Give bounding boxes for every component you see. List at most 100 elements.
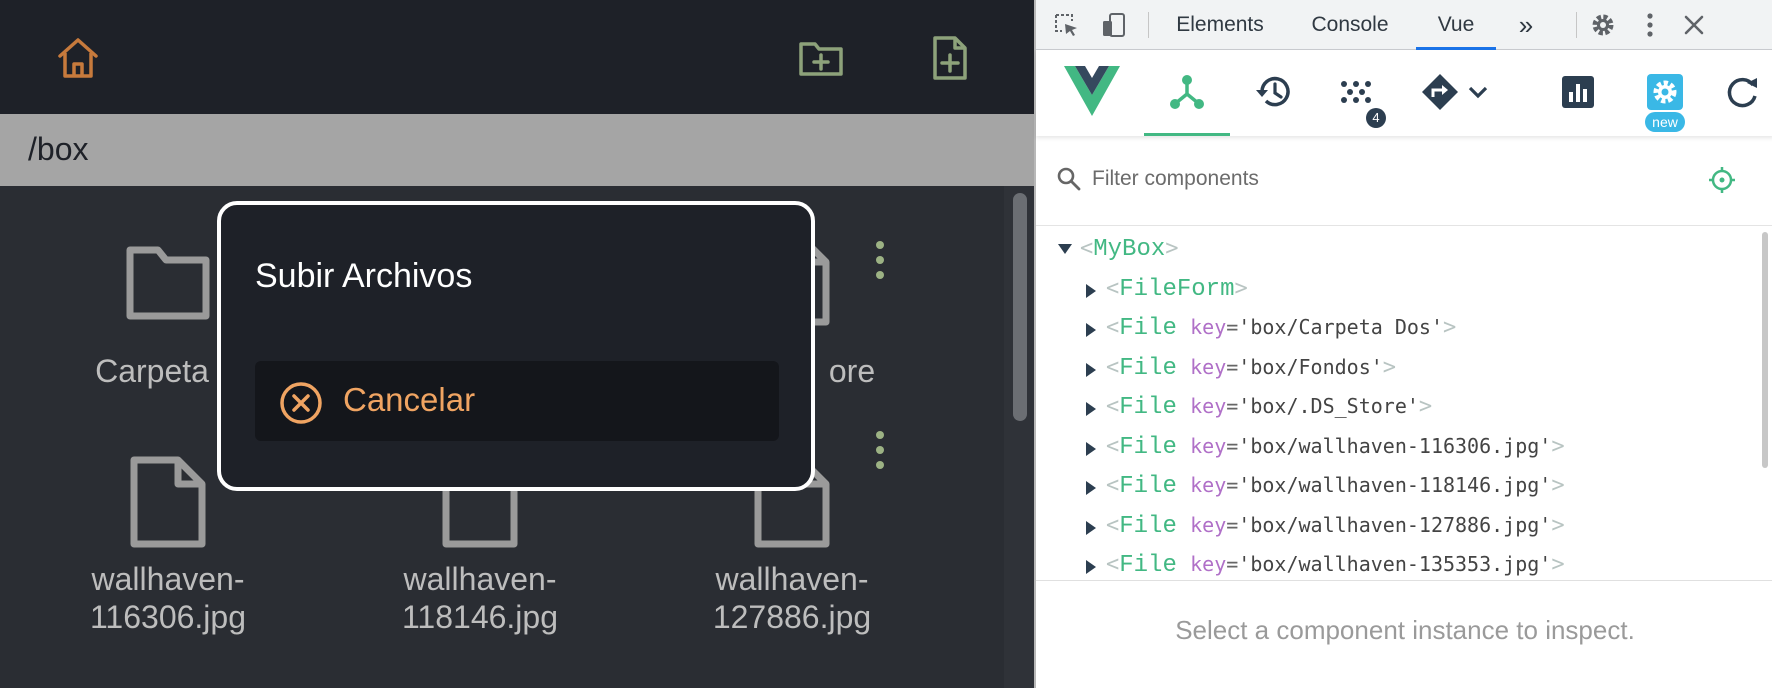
tag-bracket: <: [1106, 512, 1120, 538]
components-tree-icon[interactable]: [1167, 72, 1207, 112]
router-icon[interactable]: [1420, 72, 1460, 112]
file-icon: [130, 456, 206, 548]
tree-row[interactable]: <File key='box/wallhaven-118146.jpg'>: [1036, 469, 1756, 505]
expand-arrow-icon[interactable]: [1086, 441, 1096, 456]
component-name: File: [1119, 394, 1177, 421]
home-icon[interactable]: [54, 34, 102, 82]
tree-scrollbar-thumb[interactable]: [1762, 232, 1768, 468]
tag-bracket: <: [1106, 433, 1120, 459]
tag-bracket: >: [1442, 315, 1457, 340]
tag-bracket: >: [1234, 275, 1248, 301]
chevron-down-icon[interactable]: [1464, 72, 1492, 112]
toolbar-separator: [1148, 12, 1149, 38]
component-name: File: [1119, 473, 1177, 500]
collapse-arrow-icon[interactable]: [1058, 244, 1072, 254]
tag-bracket: <: [1106, 354, 1120, 380]
expand-arrow-icon[interactable]: [1086, 520, 1096, 535]
settings-gear-icon[interactable]: [1589, 11, 1617, 39]
component-tag: <File key='box/wallhaven-116306.jpg'>: [1106, 434, 1565, 461]
path-bar: /box: [0, 114, 1034, 186]
devtools-toolbar: Elements Console Vue »: [1036, 0, 1772, 50]
filter-components-input[interactable]: [1092, 160, 1652, 198]
performance-chart-icon[interactable]: [1558, 72, 1598, 112]
expand-arrow-icon[interactable]: [1086, 283, 1096, 298]
tree-row[interactable]: <File key='box/wallhaven-135353.jpg'>: [1036, 548, 1756, 580]
component-name: File: [1119, 354, 1177, 382]
tree-row[interactable]: <File key='box/wallhaven-116306.jpg'>: [1036, 430, 1756, 466]
folder-icon: [126, 246, 210, 320]
key-attribute-name: key: [1190, 433, 1227, 458]
vue-logo-icon: [1064, 66, 1120, 116]
component-tag: <File key='box/.DS_Store'>: [1106, 394, 1432, 421]
device-toggle-icon[interactable]: [1100, 11, 1128, 39]
toolbar-separator: [1576, 12, 1577, 38]
inspector-empty-message: Select a component instance to inspect.: [1175, 615, 1635, 645]
equals-sign: =: [1226, 552, 1239, 576]
component-name: MyBox: [1093, 236, 1166, 263]
key-attribute-value: 'box/Fondos': [1238, 354, 1383, 379]
key-attribute-value: 'box/wallhaven-127886.jpg': [1238, 512, 1552, 537]
tab-elements[interactable]: Elements: [1167, 0, 1273, 50]
devtools-panel: Elements Console Vue » 4 new Filter comp…: [1034, 0, 1772, 688]
tree-row[interactable]: <File key='box/wallhaven-127886.jpg'>: [1036, 509, 1756, 545]
component-tree: <MyBox> <FileForm> <File key='box/Carpeta …: [1036, 228, 1772, 580]
refresh-icon[interactable]: [1722, 72, 1762, 112]
more-tabs-button[interactable]: »: [1506, 0, 1546, 50]
cancel-label: Cancelar: [343, 381, 476, 418]
kebab-menu-icon[interactable]: [874, 430, 886, 470]
expand-arrow-icon[interactable]: [1086, 362, 1096, 377]
tree-row[interactable]: <FileForm>: [1036, 272, 1756, 308]
tag-bracket: <: [1106, 394, 1120, 419]
equals-sign: =: [1226, 394, 1239, 418]
file-name: wallhaven- 118146.jpg: [402, 561, 558, 635]
key-attribute-name: key: [1190, 315, 1227, 339]
expand-arrow-icon[interactable]: [1086, 560, 1096, 574]
tab-vue[interactable]: Vue: [1416, 0, 1496, 50]
expand-arrow-icon[interactable]: [1086, 481, 1096, 495]
tree-row[interactable]: <File key='box/.DS_Store'>: [1036, 390, 1756, 426]
cancel-button[interactable]: Cancelar: [255, 361, 779, 441]
vue-devtools-toolbar: 4 new: [1036, 50, 1772, 136]
events-count-badge: 4: [1366, 108, 1386, 128]
tag-bracket: <: [1106, 473, 1120, 498]
history-timeline-icon[interactable]: [1254, 72, 1294, 112]
key-attribute-value: 'box/.DS_Store': [1238, 394, 1419, 418]
component-tag: <FileForm>: [1106, 276, 1248, 303]
equals-sign: =: [1226, 512, 1239, 537]
component-name: File: [1119, 512, 1177, 540]
tab-console[interactable]: Console: [1298, 0, 1402, 50]
settings-icon[interactable]: [1645, 72, 1685, 112]
component-tag: <File key='box/Carpeta Dos'>: [1106, 315, 1456, 342]
component-tag: <File key='box/wallhaven-135353.jpg'>: [1106, 552, 1565, 579]
inspect-element-icon[interactable]: [1052, 11, 1080, 39]
equals-sign: =: [1226, 433, 1239, 458]
new-folder-icon[interactable]: [797, 34, 845, 82]
expand-arrow-icon[interactable]: [1086, 402, 1096, 416]
filter-row: [1036, 136, 1772, 226]
tree-row[interactable]: <MyBox>: [1036, 232, 1756, 268]
close-icon[interactable]: [1680, 11, 1708, 39]
upload-dialog: Subir Archivos Cancelar: [217, 201, 815, 491]
component-name: File: [1119, 315, 1177, 342]
tag-bracket: >: [1551, 473, 1565, 498]
inspector-pane: Select a component instance to inspect.: [1036, 580, 1772, 688]
scrollbar-thumb[interactable]: [1013, 193, 1027, 421]
select-component-target-icon[interactable]: [1708, 166, 1736, 194]
tag-bracket: <: [1106, 275, 1120, 301]
tag-bracket: >: [1551, 433, 1565, 459]
tag-bracket: >: [1551, 552, 1565, 577]
key-attribute-name: key: [1190, 552, 1227, 576]
key-attribute-name: key: [1190, 354, 1227, 379]
events-icon[interactable]: [1336, 72, 1376, 112]
expand-arrow-icon[interactable]: [1086, 323, 1096, 337]
key-attribute-name: key: [1190, 512, 1227, 537]
tag-bracket: <: [1106, 315, 1120, 340]
file-name: wallhaven- 116306.jpg: [90, 561, 246, 635]
tree-row[interactable]: <File key='box/Fondos'>: [1036, 351, 1756, 387]
tree-row[interactable]: <File key='box/Carpeta Dos'>: [1036, 311, 1756, 347]
more-options-icon[interactable]: [1636, 11, 1664, 39]
new-file-icon[interactable]: [926, 34, 974, 82]
tag-bracket: <: [1080, 236, 1094, 261]
kebab-menu-icon[interactable]: [874, 240, 886, 280]
settings-new-badge: new: [1645, 112, 1685, 132]
